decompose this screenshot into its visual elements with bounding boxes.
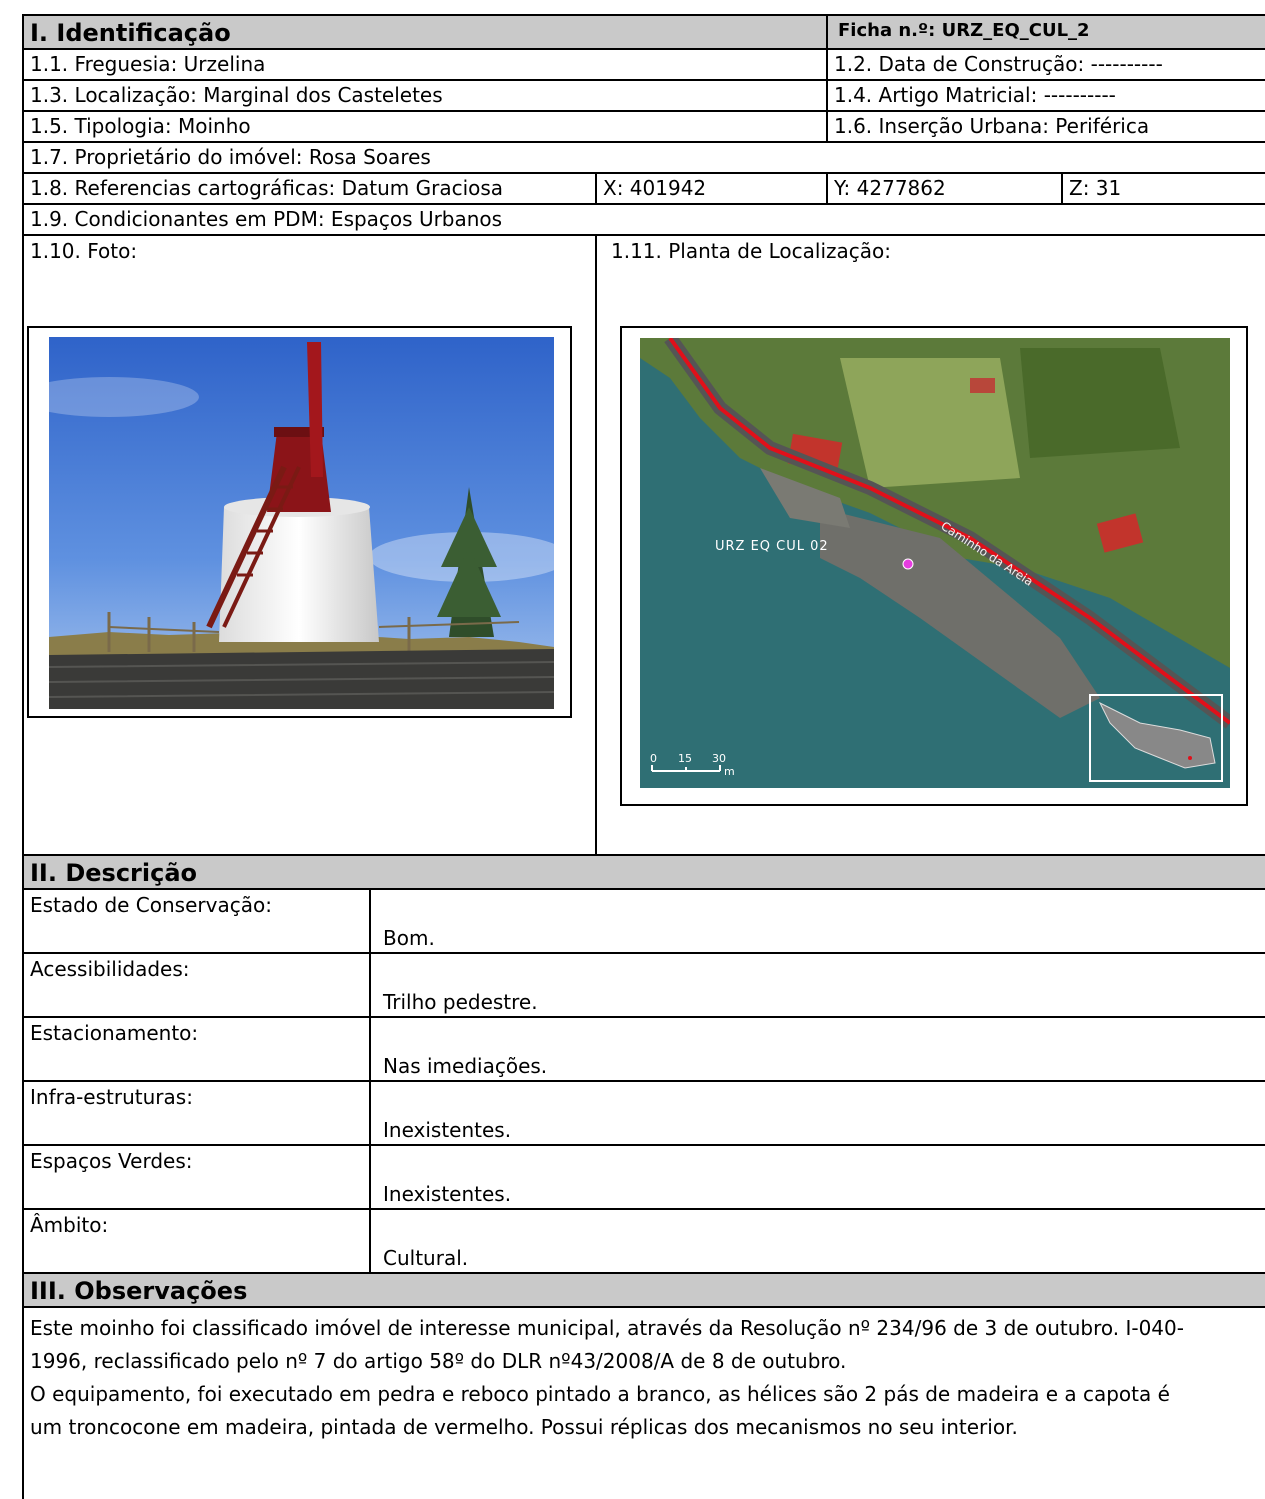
proprietario-field: 1.7. Proprietário do imóvel: Rosa Soares (22, 141, 1265, 172)
ficha-number: Ficha n.º: URZ_EQ_CUL_2 (826, 14, 1265, 48)
descricao-label: Espaços Verdes: (30, 1149, 193, 1173)
foto-label: 1.10. Foto: (30, 239, 138, 263)
descricao-value: Trilho pedestre. (383, 990, 538, 1014)
scale-tick-30: 30 (712, 752, 726, 765)
observacoes-line: 1996, reclassificado pelo nº 7 do artigo… (30, 1349, 847, 1373)
descricao-value: Inexistentes. (383, 1118, 512, 1142)
scale-unit: m (724, 765, 735, 778)
record-sheet: I. Identificação Ficha n.º: URZ_EQ_CUL_2… (22, 14, 1265, 1499)
coord-y-field: Y: 4277862 (826, 172, 1061, 203)
descricao-label: Âmbito: (30, 1213, 109, 1237)
map-frame: URZ EQ CUL 02 Caminho da Areia 0 15 30 m (620, 326, 1248, 806)
descricao-value-cell: Inexistentes. (369, 1080, 1265, 1144)
freguesia-field: 1.1. Freguesia: Urzelina (22, 48, 826, 79)
section-descricao-title: II. Descrição (22, 854, 1265, 888)
descricao-value: Cultural. (383, 1246, 469, 1270)
descricao-value: Nas imediações. (383, 1054, 548, 1078)
observacoes-line: um troncocone em madeira, pintada de ver… (30, 1415, 1018, 1439)
descricao-label: Infra-estruturas: (30, 1085, 193, 1109)
descricao-value: Inexistentes. (383, 1182, 512, 1206)
referencias-field: 1.8. Referencias cartográficas: Datum Gr… (22, 172, 595, 203)
observacoes-body: Este moinho foi classificado imóvel de i… (22, 1306, 1265, 1499)
observacoes-line: Este moinho foi classificado imóvel de i… (30, 1316, 1184, 1340)
descricao-value-cell: Inexistentes. (369, 1144, 1265, 1208)
descricao-label: Acessibilidades: (30, 957, 190, 981)
windmill-photo (49, 337, 554, 709)
localizacao-field: 1.3. Localização: Marginal dos Castelete… (22, 79, 826, 110)
descricao-row: Âmbito: (22, 1208, 369, 1272)
descricao-value-cell: Cultural. (369, 1208, 1265, 1272)
observacoes-line: O equipamento, foi executado em pedra e … (30, 1382, 1170, 1406)
descricao-value: Bom. (383, 926, 435, 950)
descricao-label: Estado de Conservação: (30, 893, 272, 917)
photo-frame (27, 326, 572, 718)
descricao-label: Estacionamento: (30, 1021, 199, 1045)
descricao-row: Estado de Conservação: (22, 888, 369, 952)
descricao-row: Espaços Verdes: (22, 1144, 369, 1208)
descricao-row: Acessibilidades: (22, 952, 369, 1016)
descricao-value-cell: Nas imediações. (369, 1016, 1265, 1080)
tipologia-field: 1.5. Tipologia: Moinho (22, 110, 826, 141)
data-construcao-field: 1.2. Data de Construção: ---------- (826, 48, 1265, 79)
descricao-row: Estacionamento: (22, 1016, 369, 1080)
descricao-row: Infra-estruturas: (22, 1080, 369, 1144)
section-observacoes-title: III. Observações (22, 1272, 1265, 1306)
planta-label: 1.11. Planta de Localização: (611, 239, 891, 263)
descricao-table: Estado de Conservação: Bom. Acessibilida… (22, 888, 1265, 1272)
insercao-urbana-field: 1.6. Inserção Urbana: Periférica (826, 110, 1265, 141)
descricao-value-cell: Trilho pedestre. (369, 952, 1265, 1016)
scale-tick-15: 15 (678, 752, 692, 765)
coord-x-field: X: 401942 (595, 172, 826, 203)
location-map: URZ EQ CUL 02 Caminho da Areia 0 15 30 m (640, 338, 1230, 788)
descricao-value-cell: Bom. (369, 888, 1265, 952)
artigo-matricial-field: 1.4. Artigo Matricial: ---------- (826, 79, 1265, 110)
map-site-label: URZ EQ CUL 02 (715, 539, 829, 554)
coord-z-field: Z: 31 (1061, 172, 1265, 203)
scale-tick-0: 0 (650, 752, 657, 765)
section-identificacao-title: I. Identificação (22, 14, 826, 48)
condicionantes-field: 1.9. Condicionantes em PDM: Espaços Urba… (22, 203, 1265, 234)
